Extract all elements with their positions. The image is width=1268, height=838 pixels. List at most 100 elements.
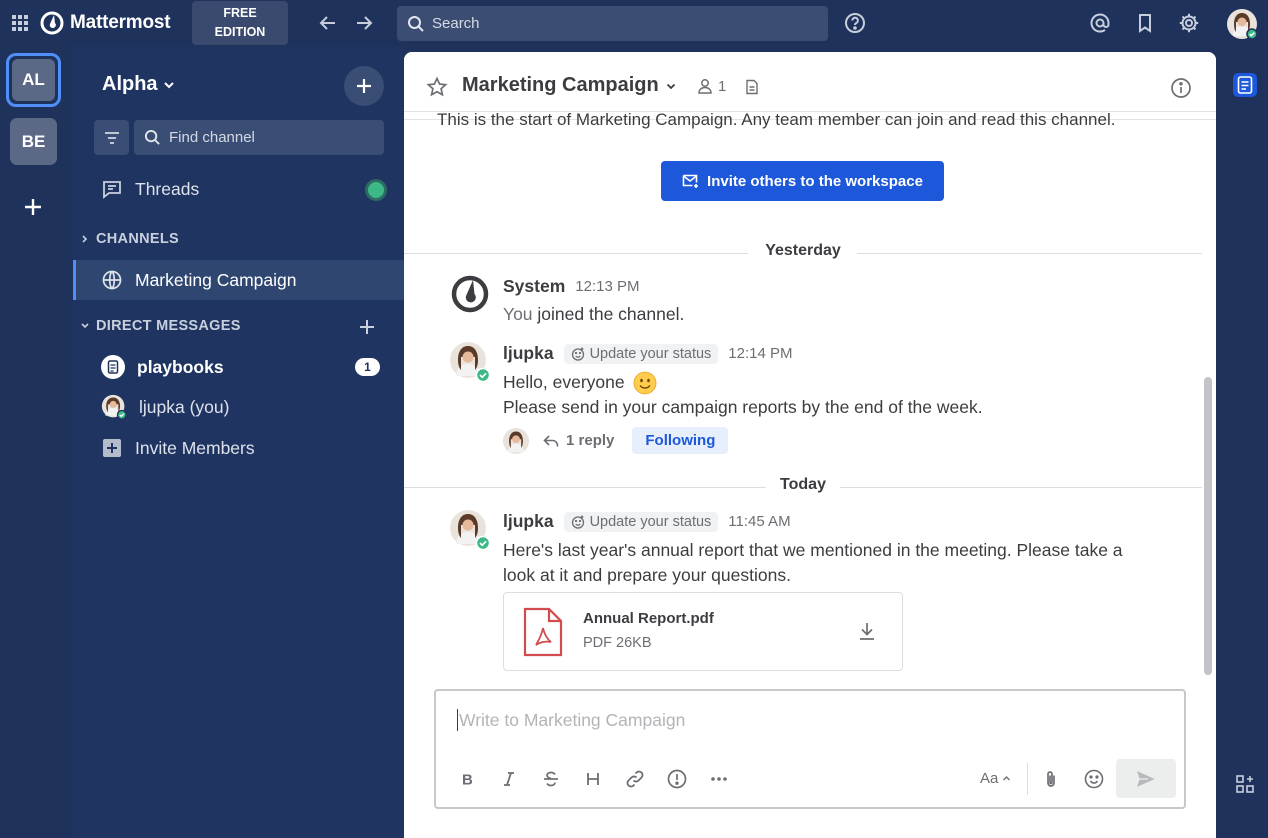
send-button[interactable]	[1116, 759, 1176, 798]
sidebar-item-threads[interactable]: Threads	[73, 169, 404, 209]
threads-icon	[103, 181, 121, 199]
user-avatar-icon[interactable]	[450, 342, 490, 382]
post-author[interactable]: ljupka	[503, 343, 554, 364]
app-name: Mattermost	[70, 12, 171, 33]
sidebar-item-marketing-campaign[interactable]: Marketing Campaign	[73, 260, 404, 300]
date-label: Yesterday	[765, 242, 841, 259]
favorite-star-icon[interactable]	[426, 76, 448, 98]
download-icon[interactable]	[856, 620, 878, 642]
post-timestamp[interactable]: 12:14 PM	[728, 345, 792, 362]
link-icon[interactable]	[624, 768, 646, 790]
channel-sidebar: Alpha Find channel Threads CHANNELS Mark…	[73, 46, 404, 838]
post-timestamp[interactable]: 12:13 PM	[575, 278, 639, 295]
channel-filter-button[interactable]	[94, 120, 129, 155]
invite-members-button[interactable]: Invite Members	[73, 428, 404, 468]
reply-arrow-icon	[543, 434, 559, 446]
smiley-plus-icon	[571, 347, 584, 361]
threads-unread-indicator	[365, 179, 387, 201]
channel-name-menu[interactable]: Marketing Campaign	[462, 74, 677, 97]
attachment-meta: PDF 26KB	[583, 635, 652, 651]
sidebar-item-ljupka[interactable]: ljupka (you)	[73, 387, 404, 427]
chevron-down-icon	[81, 323, 89, 329]
add-direct-message-plus-icon[interactable]	[358, 318, 376, 336]
channel-files-icon[interactable]	[744, 79, 760, 95]
update-status-chip[interactable]: Update your status	[563, 511, 719, 532]
sidebar-item-label: Invite Members	[135, 437, 255, 458]
member-count: 1	[718, 77, 727, 95]
thread-footer: 1 reply Following	[503, 427, 729, 454]
search-icon	[408, 15, 424, 32]
search-icon	[144, 129, 160, 145]
add-channel-button[interactable]	[344, 66, 384, 106]
user-avatar-icon[interactable]	[450, 510, 490, 550]
user-avatar[interactable]	[1227, 9, 1257, 39]
reply-count-button[interactable]: 1 reply	[543, 432, 614, 449]
app-marketplace-icon[interactable]	[1235, 774, 1255, 794]
post-author[interactable]: ljupka	[503, 511, 554, 532]
mattermost-logo: Mattermost	[40, 11, 171, 35]
plus-icon	[357, 79, 371, 93]
post-message: You joined the channel.	[503, 302, 684, 327]
team-button-alpha[interactable]: AL	[6, 53, 61, 107]
playbooks-app-icon[interactable]	[1232, 72, 1258, 98]
priority-alert-icon[interactable]	[666, 768, 688, 790]
settings-gear-icon[interactable]	[1178, 12, 1200, 34]
participant-avatar	[503, 427, 529, 454]
channel-info-icon[interactable]	[1170, 77, 1192, 99]
user-avatar-icon	[101, 394, 127, 420]
message-composer[interactable]: Write to Marketing Campaign B Aa	[434, 689, 1186, 809]
find-channel-input[interactable]: Find channel	[134, 120, 384, 155]
post-line2: Please send in your campaign reports by …	[503, 397, 983, 417]
add-team-plus-icon[interactable]	[22, 196, 44, 218]
post-text-bold: joined the channel.	[537, 304, 685, 324]
edition-line1: FREE	[223, 6, 257, 20]
status-chip-label: Update your status	[589, 513, 712, 530]
update-status-chip[interactable]: Update your status	[563, 343, 719, 364]
mentions-icon[interactable]	[1089, 12, 1111, 34]
formatting-toggle-button[interactable]: Aa	[980, 770, 1011, 787]
more-formatting-icon[interactable]	[708, 768, 730, 790]
member-icon	[698, 79, 712, 94]
send-icon	[1135, 768, 1157, 789]
channels-section-header[interactable]: CHANNELS	[80, 231, 179, 247]
forward-arrow-icon[interactable]	[353, 12, 375, 34]
following-button[interactable]: Following	[632, 427, 729, 454]
team-initials: BE	[21, 131, 46, 151]
italic-icon[interactable]	[498, 768, 520, 790]
saved-messages-icon[interactable]	[1134, 12, 1156, 34]
scrollbar-thumb[interactable]	[1204, 377, 1212, 675]
back-arrow-icon[interactable]	[317, 12, 339, 34]
file-attachment-card[interactable]: Annual Report.pdf PDF 26KB	[503, 592, 903, 671]
channel-title: Marketing Campaign	[462, 74, 659, 96]
post-message: Hello, everyone Please send in your camp…	[503, 370, 983, 420]
product-menu-icon[interactable]	[10, 13, 30, 33]
strikethrough-icon[interactable]	[540, 768, 562, 790]
post-line1: Hello, everyone	[503, 372, 625, 392]
channel-members-button[interactable]: 1	[696, 77, 726, 95]
global-search-input[interactable]: Search	[397, 6, 828, 41]
attachment-paperclip-icon[interactable]	[1040, 768, 1062, 790]
date-separator-today: Today	[404, 475, 1202, 499]
attachment-name[interactable]: Annual Report.pdf	[583, 610, 714, 627]
team-name-menu[interactable]: Alpha	[102, 73, 176, 96]
invite-others-button[interactable]: Invite others to the workspace	[661, 161, 944, 201]
edition-line2: EDITION	[214, 25, 266, 39]
smiley-plus-icon	[571, 515, 584, 529]
header-overlay: Marketing Campaign 1	[404, 52, 1216, 120]
post-author[interactable]: System	[503, 276, 565, 297]
pdf-file-icon	[522, 607, 564, 657]
free-edition-badge[interactable]: FREE EDITION	[192, 1, 288, 45]
bold-icon[interactable]: B	[456, 768, 478, 790]
team-button-be[interactable]: BE	[10, 118, 57, 165]
team-name: Alpha	[102, 73, 158, 95]
svg-text:B: B	[462, 772, 473, 788]
help-icon[interactable]	[844, 12, 866, 34]
post-line1: Here's last year's annual report that we…	[503, 540, 1123, 560]
message-input[interactable]: Write to Marketing Campaign	[457, 709, 685, 731]
sidebar-item-label: playbooks	[137, 356, 224, 377]
post-timestamp[interactable]: 11:45 AM	[728, 513, 790, 530]
emoji-picker-icon[interactable]	[1083, 768, 1105, 790]
direct-messages-section-header[interactable]: DIRECT MESSAGES	[80, 318, 241, 334]
heading-icon[interactable]	[582, 768, 604, 790]
composer-separator	[1027, 763, 1028, 795]
